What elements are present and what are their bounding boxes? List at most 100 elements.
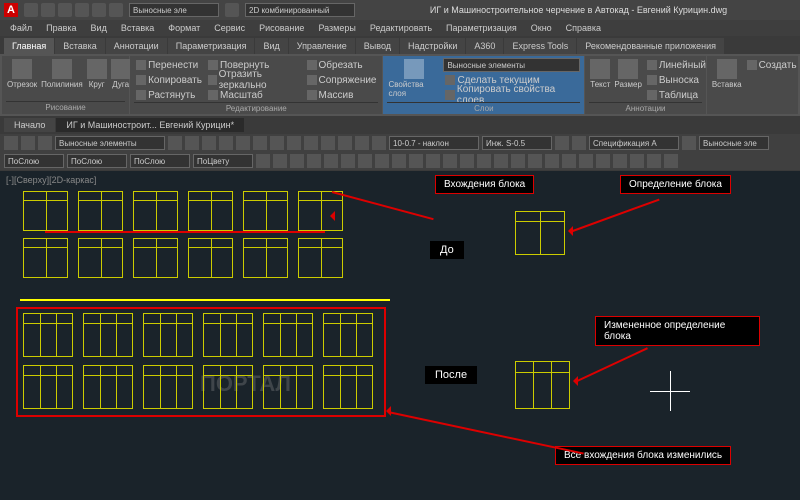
tb-icon[interactable] bbox=[38, 136, 52, 150]
fillet-button[interactable]: Сопряжение bbox=[305, 73, 379, 87]
menu-insert[interactable]: Вставка bbox=[115, 22, 160, 34]
tb-icon[interactable] bbox=[4, 136, 18, 150]
tb-icon[interactable] bbox=[355, 136, 369, 150]
tb-icon[interactable] bbox=[409, 154, 423, 168]
tb-icon[interactable] bbox=[287, 136, 301, 150]
menu-file[interactable]: Файл bbox=[4, 22, 38, 34]
tab-a360[interactable]: A360 bbox=[466, 38, 503, 54]
tab-view[interactable]: Вид bbox=[255, 38, 287, 54]
tab-drawing[interactable]: ИГ и Машиностроит... Евгений Курицин* bbox=[56, 118, 244, 132]
tb-icon[interactable] bbox=[511, 154, 525, 168]
tab-manage[interactable]: Управление bbox=[289, 38, 355, 54]
tab-insert[interactable]: Вставка bbox=[55, 38, 104, 54]
tb-icon[interactable] bbox=[460, 154, 474, 168]
qat-redo-icon[interactable] bbox=[92, 3, 106, 17]
tb-icon[interactable] bbox=[682, 136, 696, 150]
tb-icon[interactable] bbox=[613, 154, 627, 168]
tb-icon[interactable] bbox=[443, 154, 457, 168]
tb-icon[interactable] bbox=[219, 136, 233, 150]
qat-workspace-combo[interactable]: 2D комбинированный bbox=[245, 3, 355, 17]
ltype-combo[interactable]: ПоСлою bbox=[67, 154, 127, 168]
tb-icon[interactable] bbox=[185, 136, 199, 150]
dim-button[interactable]: Размер bbox=[613, 58, 643, 90]
menu-window[interactable]: Окно bbox=[525, 22, 558, 34]
trim-button[interactable]: Обрезать bbox=[305, 58, 379, 72]
array-button[interactable]: Массив bbox=[305, 88, 379, 102]
tb-icon[interactable] bbox=[392, 154, 406, 168]
qat-new-icon[interactable] bbox=[24, 3, 38, 17]
copy-button[interactable]: Копировать bbox=[134, 73, 204, 87]
menu-service[interactable]: Сервис bbox=[208, 22, 251, 34]
table-button[interactable]: Таблица bbox=[645, 88, 708, 102]
tb-tablestyle-combo[interactable]: Спецификация A bbox=[589, 136, 679, 150]
tb-icon[interactable] bbox=[236, 136, 250, 150]
qat-undo-icon[interactable] bbox=[75, 3, 89, 17]
tb-icon[interactable] bbox=[290, 154, 304, 168]
tb-icon[interactable] bbox=[596, 154, 610, 168]
tb-icon[interactable] bbox=[528, 154, 542, 168]
tab-express[interactable]: Express Tools bbox=[504, 38, 576, 54]
qat-save-icon[interactable] bbox=[58, 3, 72, 17]
lweight-combo[interactable]: ПоСлою bbox=[130, 154, 190, 168]
tb-icon[interactable] bbox=[324, 154, 338, 168]
tb-layer-combo[interactable]: Выносные элементы bbox=[55, 136, 165, 150]
tb-icon[interactable] bbox=[647, 154, 661, 168]
menu-format[interactable]: Формат bbox=[162, 22, 206, 34]
circle-button[interactable]: Круг bbox=[86, 58, 108, 90]
color-combo[interactable]: ПоСлою bbox=[4, 154, 64, 168]
arc-button[interactable]: Дуга bbox=[110, 58, 132, 90]
menu-draw[interactable]: Рисование bbox=[253, 22, 310, 34]
menu-help[interactable]: Справка bbox=[560, 22, 607, 34]
tb-icon[interactable] bbox=[579, 154, 593, 168]
tb-dimstyle-combo[interactable]: Инж. S-0.5 bbox=[482, 136, 552, 150]
tab-anno[interactable]: Аннотации bbox=[106, 38, 167, 54]
mirror-button[interactable]: Отразить зеркально bbox=[206, 73, 303, 87]
qat-share-icon[interactable] bbox=[225, 3, 239, 17]
tab-home[interactable]: Главная bbox=[4, 38, 54, 54]
tb-icon[interactable] bbox=[477, 154, 491, 168]
create-block-button[interactable]: Создать bbox=[745, 58, 799, 72]
tb-icon[interactable] bbox=[664, 154, 678, 168]
drawing-canvas[interactable]: [-][Сверху][2D-каркас] ПОРТАЛ document.w… bbox=[0, 171, 800, 500]
polyline-button[interactable]: Полилиния bbox=[40, 58, 84, 90]
tab-output[interactable]: Вывод bbox=[356, 38, 399, 54]
stretch-button[interactable]: Растянуть bbox=[134, 88, 204, 102]
tb-icon[interactable] bbox=[341, 154, 355, 168]
tb-icon[interactable] bbox=[562, 154, 576, 168]
tb-icon[interactable] bbox=[168, 136, 182, 150]
tb-icon[interactable] bbox=[253, 136, 267, 150]
menu-edit[interactable]: Правка bbox=[40, 22, 82, 34]
tab-param[interactable]: Параметризация bbox=[168, 38, 255, 54]
tb-icon[interactable] bbox=[630, 154, 644, 168]
line-button[interactable]: Отрезок bbox=[6, 58, 38, 90]
layer-combo[interactable]: Выносные элементы bbox=[443, 58, 580, 72]
tb-icon[interactable] bbox=[304, 136, 318, 150]
viewport-label[interactable]: [-][Сверху][2D-каркас] bbox=[6, 175, 96, 185]
insert-block-button[interactable]: Вставка bbox=[711, 58, 743, 90]
layer-props-button[interactable]: Свойства слоя bbox=[387, 58, 441, 99]
tab-recommended[interactable]: Рекомендованные приложения bbox=[577, 38, 724, 54]
tb-icon[interactable] bbox=[372, 136, 386, 150]
tb-icon[interactable] bbox=[273, 154, 287, 168]
text-button[interactable]: Текст bbox=[589, 58, 611, 90]
tb-icon[interactable] bbox=[545, 154, 559, 168]
tb-icon[interactable] bbox=[338, 136, 352, 150]
menu-modify[interactable]: Редактировать bbox=[364, 22, 438, 34]
qat-combo[interactable]: Выносные эле bbox=[129, 3, 219, 17]
tb-icon[interactable] bbox=[494, 154, 508, 168]
tb-extra-combo[interactable]: Выносные эле bbox=[699, 136, 769, 150]
tab-addins[interactable]: Надстройки bbox=[400, 38, 465, 54]
qat-open-icon[interactable] bbox=[41, 3, 55, 17]
tb-textstyle-combo[interactable]: 10-0.7 - наклон bbox=[389, 136, 479, 150]
tb-icon[interactable] bbox=[202, 136, 216, 150]
qat-print-icon[interactable] bbox=[109, 3, 123, 17]
tb-icon[interactable] bbox=[426, 154, 440, 168]
tb-icon[interactable] bbox=[555, 136, 569, 150]
move-button[interactable]: Перенести bbox=[134, 58, 204, 72]
linear-button[interactable]: Линейный bbox=[645, 58, 708, 72]
tb-icon[interactable] bbox=[256, 154, 270, 168]
menu-view[interactable]: Вид bbox=[85, 22, 113, 34]
tb-icon[interactable] bbox=[321, 136, 335, 150]
plotstyle-combo[interactable]: ПоЦвету bbox=[193, 154, 253, 168]
menu-dims[interactable]: Размеры bbox=[312, 22, 361, 34]
